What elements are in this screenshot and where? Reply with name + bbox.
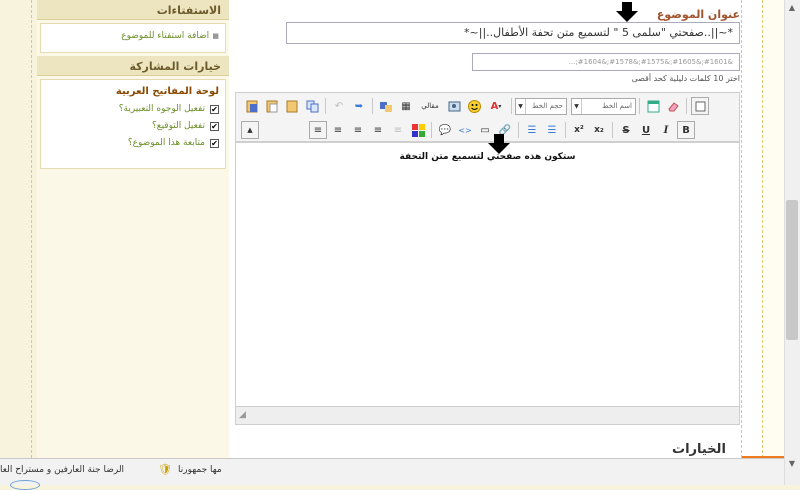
- checkbox-label: تفعيل التوقيع؟: [152, 121, 205, 131]
- underline-icon[interactable]: U: [637, 121, 655, 139]
- paste-word-icon[interactable]: [243, 97, 261, 115]
- editor-resize-bar[interactable]: ◢: [235, 407, 740, 425]
- expand-toolbar-icon[interactable]: ▲: [241, 121, 259, 139]
- superscript-icon[interactable]: x²: [570, 121, 588, 139]
- checkbox-smilies[interactable]: ✔: [210, 104, 219, 114]
- strike-icon[interactable]: S: [617, 121, 635, 139]
- comment-icon[interactable]: 💬: [436, 121, 454, 139]
- eraser-icon[interactable]: [664, 97, 682, 115]
- checkbox-label: تفعيل الوجوه التعبيرية؟: [118, 104, 205, 114]
- align-left-icon[interactable]: ≡: [349, 121, 367, 139]
- font-color-icon[interactable]: A ▾: [485, 97, 507, 115]
- smiley-icon[interactable]: [465, 97, 483, 115]
- article-button[interactable]: مقالي: [417, 97, 443, 115]
- circle-icon: [10, 480, 40, 490]
- font-name-select[interactable]: ▼ اسم الخط: [571, 97, 636, 115]
- source-mode-icon[interactable]: [691, 97, 709, 115]
- subject-input[interactable]: *~||..صفحتي "سلمى 5 " لتسميع متن تحفة ال…: [286, 22, 740, 44]
- message-editor[interactable]: ستكون هذه صفحتي لتسميع متن التحفة: [235, 142, 740, 407]
- article-label: مقالي: [421, 102, 439, 110]
- italic-icon[interactable]: I: [657, 121, 675, 139]
- checkbox-signature[interactable]: ✔: [210, 121, 219, 131]
- subscript-icon[interactable]: x₂: [590, 121, 608, 139]
- chevron-down-icon: ▼: [516, 98, 526, 114]
- shield-icon: 🛡: [158, 463, 172, 476]
- checkbox-subscribe[interactable]: ✔: [210, 138, 219, 148]
- checkbox-row-subscribe[interactable]: ✔ متابعة هذا الموضوع؟: [47, 138, 219, 148]
- bottom-link-2[interactable]: مها جمهورنا: [178, 465, 222, 475]
- paste-icon[interactable]: [283, 97, 301, 115]
- pointer-arrow-icon: [616, 2, 638, 22]
- polls-box: ■ اضافة استفتاء للموضوع: [40, 23, 226, 53]
- options-title: الخيارات: [672, 442, 726, 457]
- find-replace-icon[interactable]: [377, 97, 395, 115]
- bold-icon[interactable]: B: [677, 121, 695, 139]
- checkbox-label: متابعة هذا الموضوع؟: [127, 138, 205, 148]
- bullet-icon: ■: [212, 32, 219, 40]
- bullet-list-icon[interactable]: ☰: [543, 121, 561, 139]
- undo-icon[interactable]: ↶: [330, 97, 348, 115]
- arabic-keyboard-link[interactable]: لوحة المفاتيح العربية: [47, 86, 219, 97]
- code-icon[interactable]: <>: [456, 121, 474, 139]
- tags-input[interactable]: &#1601;&#1605;&#1575;&#1578;&#1604;...: [472, 53, 740, 71]
- scroll-up-icon[interactable]: ▲: [786, 2, 798, 14]
- scroll-down-icon[interactable]: ▼: [786, 458, 798, 470]
- resize-grip-icon[interactable]: ◢: [239, 410, 246, 420]
- checkbox-row-signature[interactable]: ✔ تفعيل التوقيع؟: [47, 121, 219, 131]
- pointer-arrow-icon: [488, 134, 510, 154]
- post-options-box: لوحة المفاتيح العربية ✔ تفعيل الوجوه الت…: [40, 79, 226, 169]
- font-size-select[interactable]: ▼ حجم الخط: [515, 97, 567, 115]
- indent-icon[interactable]: ≡: [389, 121, 407, 139]
- align-right-icon[interactable]: ≡: [309, 121, 327, 139]
- table-icon[interactable]: [644, 97, 662, 115]
- add-poll-link[interactable]: اضافة استفتاء للموضوع: [121, 31, 209, 41]
- align-center-icon[interactable]: ≡: [329, 121, 347, 139]
- right-border-decoration-inner: [762, 0, 784, 458]
- color-palette-icon[interactable]: [409, 121, 427, 139]
- sidebar: الاستفتاءات ■ اضافة استفتاء للموضوع خيار…: [37, 0, 229, 458]
- redo-icon[interactable]: ➥: [350, 97, 368, 115]
- polls-header: الاستفتاءات: [37, 0, 229, 20]
- post-options-header: خيارات المشاركة: [37, 56, 229, 76]
- checkbox-row-smilies[interactable]: ✔ تفعيل الوجوه التعبيرية؟: [47, 104, 219, 114]
- media-icon[interactable]: [445, 97, 463, 115]
- numbered-list-icon[interactable]: ☰: [523, 121, 541, 139]
- paste-text-icon[interactable]: [263, 97, 281, 115]
- chevron-down-icon: ▼: [572, 98, 582, 114]
- justify-icon[interactable]: ≡: [369, 121, 387, 139]
- toolbar-row-1: ↶ ➥ ▦ مقالي A ▾ ▼ حجم الخط ▼ اسم الخط: [236, 94, 739, 118]
- left-border-decoration: [31, 0, 32, 458]
- bottom-link-1[interactable]: الرضا جنة العارفين و مستراح العا: [0, 465, 124, 475]
- scroll-thumb[interactable]: [786, 200, 798, 340]
- bottom-status-bar: الرضا جنة العارفين و مستراح العا 🛡 مها ج…: [0, 458, 784, 490]
- binoculars-icon[interactable]: ▦: [397, 97, 415, 115]
- tags-hint: اختر 10 كلمات دليلية كحد أقصى: [631, 74, 740, 83]
- copy-icon[interactable]: [303, 97, 321, 115]
- subject-label: عنوان الموضوع: [656, 8, 740, 21]
